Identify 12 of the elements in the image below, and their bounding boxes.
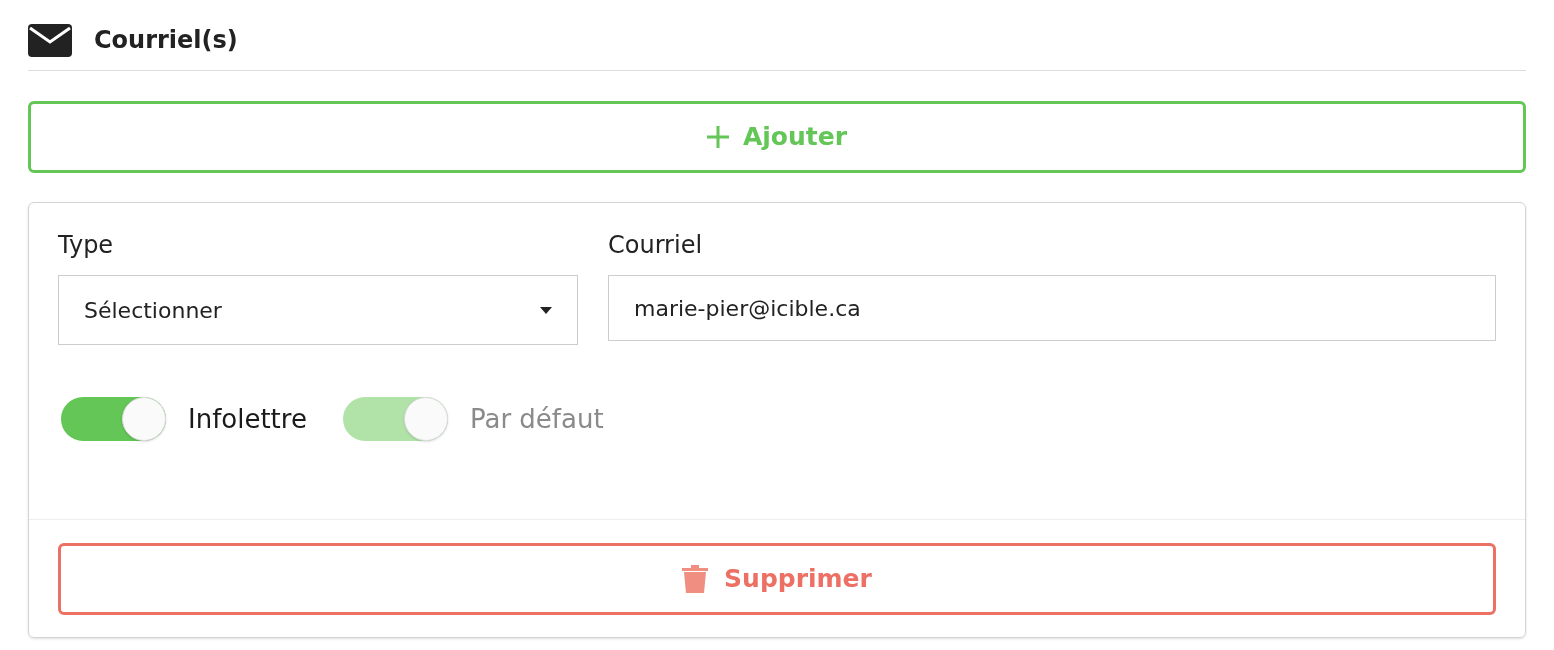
type-select[interactable]: Sélectionner <box>58 275 578 345</box>
trash-icon <box>682 564 709 594</box>
field-label: Type <box>58 230 115 261</box>
caret-icon <box>540 306 552 314</box>
field-label: Courriel <box>608 230 704 261</box>
toggle-label: Par défaut <box>469 402 604 436</box>
section-title: Courriel(s) <box>94 25 238 56</box>
toggle-switch[interactable] <box>61 397 166 441</box>
envelope-icon <box>28 23 72 57</box>
toggle-label: Infolettre <box>188 402 307 436</box>
plus-icon <box>706 126 729 148</box>
email-field[interactable]: marie-pier@icible.ca <box>608 275 1496 341</box>
